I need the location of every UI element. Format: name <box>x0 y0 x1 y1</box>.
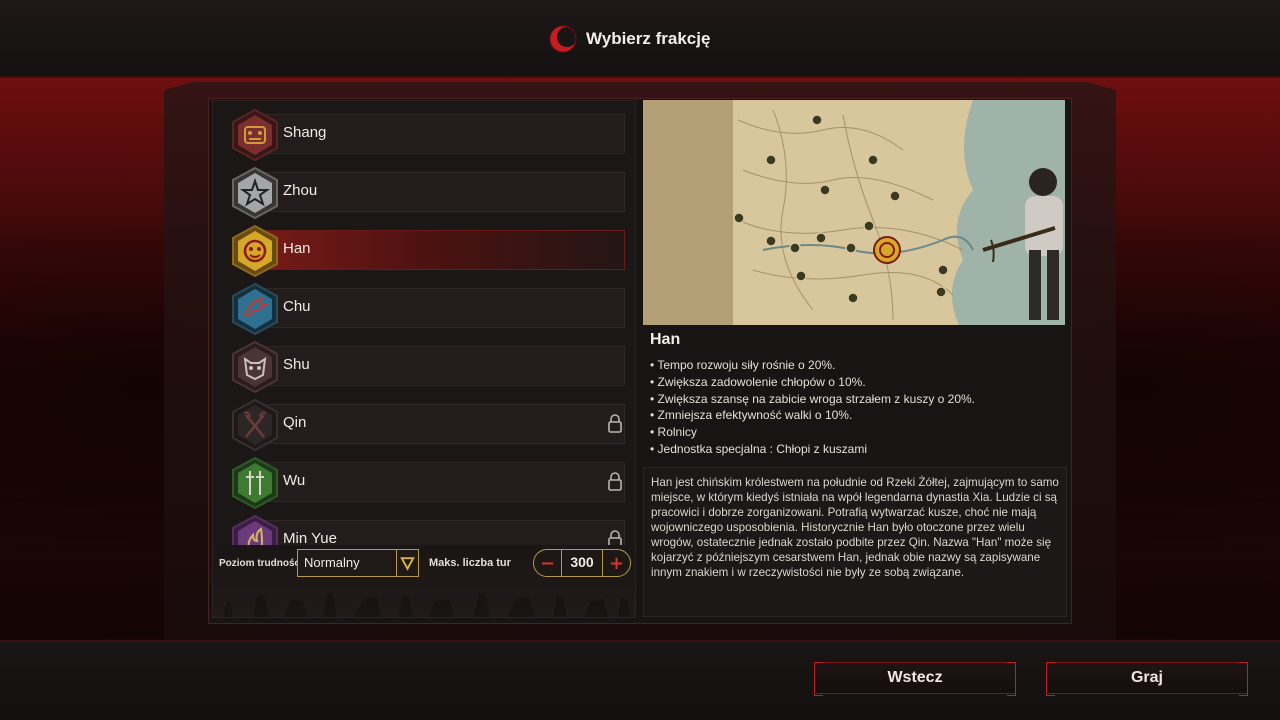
crossed-axes-icon <box>232 399 278 451</box>
difficulty-label: Poziom trudności <box>219 558 303 569</box>
faction-traits-list: Tempo rozwoju siły rośnie o 20%. Zwiększ… <box>650 357 1060 458</box>
faction-detail-title: Han <box>650 331 681 348</box>
twin-swords-icon <box>232 457 278 509</box>
faction-name: Han <box>283 240 311 257</box>
play-button[interactable]: Graj <box>1046 662 1248 696</box>
star-emblem-icon <box>232 167 278 219</box>
warriors-silhouette-decoration <box>223 593 631 617</box>
lion-mask-icon <box>232 225 278 277</box>
faction-name: Wu <box>283 472 306 489</box>
faction-item-han[interactable]: Han <box>231 221 635 277</box>
faction-name: Chu <box>283 298 311 315</box>
max-turns-label: Maks. liczba tur <box>429 557 511 569</box>
lock-icon <box>608 414 622 433</box>
faction-name: Min Yue <box>283 530 337 545</box>
flame-emblem-icon <box>232 515 278 545</box>
faction-name: Zhou <box>283 182 318 199</box>
red-crescent-logo-icon <box>549 25 577 53</box>
max-turns-stepper[interactable]: − 300 + <box>533 549 631 577</box>
difficulty-dropdown[interactable]: Normalny <box>297 549 419 577</box>
faction-item-qin[interactable]: Qin <box>231 395 635 451</box>
phoenix-icon <box>232 283 278 335</box>
decrement-button[interactable]: − <box>534 550 562 576</box>
faction-description-box: Han jest chińskim królestwem na południe… <box>643 467 1067 617</box>
max-turns-value: 300 <box>570 554 594 570</box>
demon-mask-icon <box>232 341 278 393</box>
header-title-group: Wybierz frakcję <box>548 22 710 56</box>
faction-item-zhou[interactable]: Zhou <box>231 163 635 219</box>
faction-name: Shu <box>283 356 310 373</box>
trait-item: Zwiększa zadowolenie chłopów o 10%. <box>650 374 1060 391</box>
faction-list[interactable]: Shang Zhou Han Chu Shu Qin Wu Min Yue <box>213 101 635 545</box>
trait-item: Zmniejsza efektywność walki o 10%. <box>650 407 1060 424</box>
back-button[interactable]: Wstecz <box>814 662 1016 696</box>
difficulty-value: Normalny <box>304 555 360 570</box>
faction-select-screen: Wybierz frakcję Shang Zhou Han Chu Shu Q… <box>0 0 1280 720</box>
faction-item-shang[interactable]: Shang <box>231 105 635 161</box>
faction-item-min-yue[interactable]: Min Yue <box>231 511 635 545</box>
faction-list-panel: Shang Zhou Han Chu Shu Qin Wu Min Yue Po… <box>212 100 636 618</box>
faction-name: Shang <box>283 124 327 141</box>
trait-item: Tempo rozwoju siły rośnie o 20%. <box>650 357 1060 374</box>
increment-button[interactable]: + <box>602 550 630 576</box>
trait-item: Zwiększa szansę na zabicie wroga strzałe… <box>650 391 1060 408</box>
faction-item-wu[interactable]: Wu <box>231 453 635 509</box>
faction-map-image <box>643 100 1065 325</box>
triangle-down-icon[interactable] <box>396 550 418 576</box>
faction-name: Qin <box>283 414 307 431</box>
faction-item-chu[interactable]: Chu <box>231 279 635 335</box>
faction-description: Han jest chińskim królestwem na południe… <box>651 476 1059 579</box>
header-bar: Wybierz frakcję <box>0 0 1280 78</box>
page-title: Wybierz frakcję <box>586 29 711 48</box>
lock-icon <box>608 472 622 491</box>
lock-icon <box>608 530 622 545</box>
faction-item-shu[interactable]: Shu <box>231 337 635 393</box>
bronze-mask-icon <box>232 109 278 161</box>
trait-item: Rolnicy <box>650 424 1060 441</box>
trait-item: Jednostka specjalna : Chłopi z kuszami <box>650 441 1060 458</box>
